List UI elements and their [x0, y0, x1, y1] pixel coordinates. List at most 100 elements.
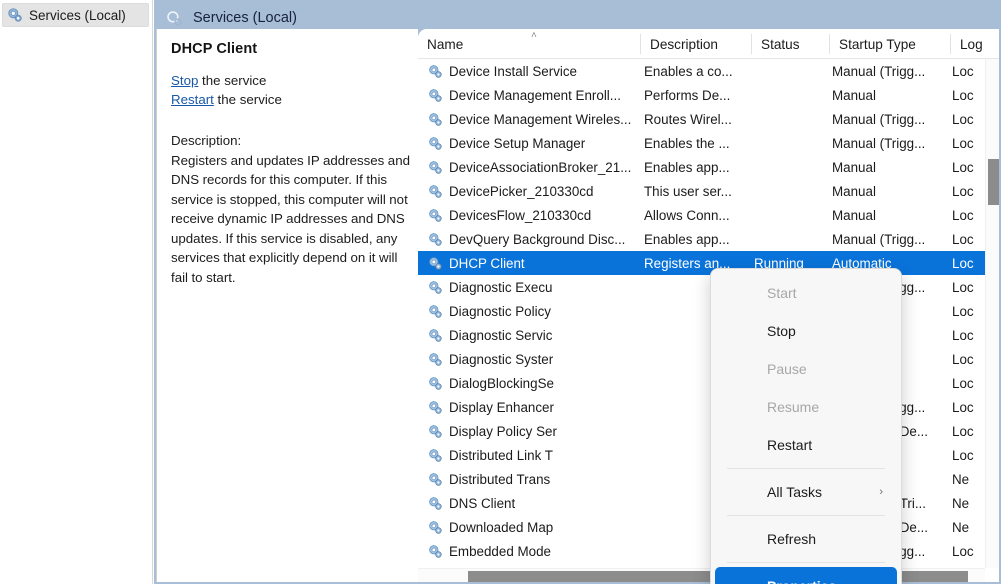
- table-row[interactable]: Device Setup ManagerEnables the ...Manua…: [418, 131, 999, 155]
- table-row[interactable]: DevicePicker_210330cdThis user ser...Man…: [418, 179, 999, 203]
- table-row[interactable]: Distributed Link TRunningAutomaticLoc: [418, 443, 999, 467]
- menu-item-label: Pause: [767, 361, 807, 377]
- cell-service-name: Device Management Wireles...: [418, 107, 640, 131]
- table-row[interactable]: Device Install ServiceEnables a co...Man…: [418, 59, 999, 83]
- column-header-status-label: Status: [761, 37, 800, 52]
- service-gear-icon: [428, 448, 443, 463]
- table-row[interactable]: DialogBlockingSeDisabledLoc: [418, 371, 999, 395]
- cell-service-startup-type: Manual (Trigg...: [832, 131, 952, 155]
- column-header-log-on-as[interactable]: Log: [951, 29, 996, 59]
- cell-service-status: [754, 131, 832, 155]
- column-header-startup-type[interactable]: Startup Type: [830, 29, 950, 59]
- menu-separator: [727, 515, 885, 516]
- service-gear-icon: [428, 472, 443, 487]
- stop-service-link[interactable]: Stop: [171, 73, 198, 88]
- tree-item-services-local[interactable]: Services (Local): [2, 3, 149, 27]
- services-gear-icon: [7, 7, 23, 23]
- menu-item-label: All Tasks: [767, 484, 822, 500]
- service-name-text: DevicePicker_210330cd: [449, 184, 593, 199]
- service-gear-icon: [428, 136, 443, 151]
- table-row[interactable]: Display EnhancerRunningManual (Trigg...L…: [418, 395, 999, 419]
- table-row[interactable]: Device Management Wireles...Routes Wirel…: [418, 107, 999, 131]
- column-header-name[interactable]: Name: [418, 29, 640, 59]
- table-row-selected[interactable]: DHCP ClientRegisters an...RunningAutomat…: [418, 251, 999, 275]
- service-name-text: DeviceAssociationBroker_21...: [449, 160, 631, 175]
- vertical-scrollbar[interactable]: [985, 59, 999, 568]
- service-name-text: Distributed Link T: [449, 448, 553, 463]
- restart-service-action-line: Restart the service: [171, 90, 406, 109]
- services-rows-container: Device Install ServiceEnables a co...Man…: [418, 59, 999, 582]
- table-row[interactable]: Diagnostic ServicRunningManualLoc: [418, 323, 999, 347]
- service-gear-icon: [428, 64, 443, 79]
- column-header-log-on-as-label: Log: [960, 37, 983, 52]
- table-row[interactable]: Distributed TransManualNe: [418, 467, 999, 491]
- cell-service-name: DevicePicker_210330cd: [418, 179, 640, 203]
- table-row[interactable]: DeviceAssociationBroker_21... Enables app…: [418, 155, 999, 179]
- service-gear-icon: [428, 496, 443, 511]
- service-gear-icon: [428, 256, 443, 271]
- cell-service-startup-type: Manual: [832, 203, 952, 227]
- table-row[interactable]: Display Policy SerRunningAutomatic (De..…: [418, 419, 999, 443]
- cell-service-name: Embedded Mode: [418, 539, 640, 563]
- cell-service-name: Diagnostic Syster: [418, 347, 640, 371]
- cell-service-name: Display Policy Ser: [418, 419, 640, 443]
- table-row[interactable]: DevicesFlow_210330cdAllows Conn...Manual…: [418, 203, 999, 227]
- cell-service-status: [754, 179, 832, 203]
- list-column-header-row: Name ˄ Description Status Startup Type L: [418, 29, 999, 59]
- cell-service-description: Enables app...: [644, 155, 754, 179]
- sort-ascending-icon: ˄: [531, 31, 537, 41]
- service-gear-icon: [428, 184, 443, 199]
- cell-service-status: [754, 155, 832, 179]
- cell-service-description: Enables the ...: [644, 131, 754, 155]
- table-row[interactable]: DevQuery Background Disc...Enables app..…: [418, 227, 999, 251]
- service-gear-icon: [428, 424, 443, 439]
- cell-service-name: Device Install Service: [418, 59, 640, 83]
- console-header-title: Services (Local): [193, 10, 297, 26]
- service-context-menu: Start Stop Pause Resume Restart All Tasks › Ref…: [710, 268, 902, 584]
- service-gear-icon: [428, 304, 443, 319]
- table-row[interactable]: Diagnostic SysterRunningManualLoc: [418, 347, 999, 371]
- vertical-scrollbar-thumb[interactable]: [988, 159, 999, 205]
- table-row[interactable]: Diagnostic ExecuManual (Trigg...Loc: [418, 275, 999, 299]
- table-row[interactable]: Diagnostic PolicyRunningAutomaticLoc: [418, 299, 999, 323]
- table-row[interactable]: Downloaded MapAutomatic (De...Ne: [418, 515, 999, 539]
- table-row[interactable]: Device Management Enroll...Performs De..…: [418, 83, 999, 107]
- stop-service-suffix: the service: [198, 73, 266, 88]
- service-name-text: Diagnostic Syster: [449, 352, 553, 367]
- cell-service-name: Diagnostic Execu: [418, 275, 640, 299]
- tree-item-label: Services (Local): [29, 8, 126, 23]
- menu-item-label: Start: [767, 285, 797, 301]
- cell-service-status: [754, 107, 832, 131]
- menu-item-resume: Resume: [715, 388, 897, 426]
- menu-item-label: Stop: [767, 323, 796, 339]
- service-gear-icon: [428, 328, 443, 343]
- chevron-right-icon: ›: [879, 486, 883, 498]
- menu-item-restart[interactable]: Restart: [715, 426, 897, 464]
- service-detail-pane: DHCP Client Stop the service Restart the…: [156, 29, 418, 582]
- table-row[interactable]: Embedded ModeManual (Trigg...Loc: [418, 539, 999, 563]
- menu-item-all-tasks[interactable]: All Tasks ›: [715, 473, 897, 511]
- cell-service-startup-type: Manual: [832, 155, 952, 179]
- column-header-status[interactable]: Status: [752, 29, 830, 59]
- column-header-description-label: Description: [650, 37, 718, 52]
- cell-service-description: Allows Conn...: [644, 203, 754, 227]
- restart-service-link[interactable]: Restart: [171, 92, 214, 107]
- service-name-text: Downloaded Map: [449, 520, 553, 535]
- menu-item-stop[interactable]: Stop: [715, 312, 897, 350]
- cell-service-status: [754, 83, 832, 107]
- cell-service-status: [754, 227, 832, 251]
- column-header-description[interactable]: Description: [641, 29, 751, 59]
- menu-item-properties[interactable]: Properties: [715, 567, 897, 584]
- table-row[interactable]: DNS ClientRunningAutomatic (Tri...Ne: [418, 491, 999, 515]
- menu-separator: [727, 562, 885, 563]
- cell-service-name: Display Enhancer: [418, 395, 640, 419]
- description-block: Description: Registers and updates IP ad…: [171, 131, 406, 287]
- cell-service-name: Downloaded Map: [418, 515, 640, 539]
- cell-service-name: DHCP Client: [418, 251, 640, 275]
- service-gear-icon: [428, 208, 443, 223]
- service-name-text: DialogBlockingSe: [449, 376, 554, 391]
- menu-item-refresh[interactable]: Refresh: [715, 520, 897, 558]
- service-gear-icon: [428, 544, 443, 559]
- menu-item-label: Resume: [767, 399, 819, 415]
- service-name-text: DNS Client: [449, 496, 515, 511]
